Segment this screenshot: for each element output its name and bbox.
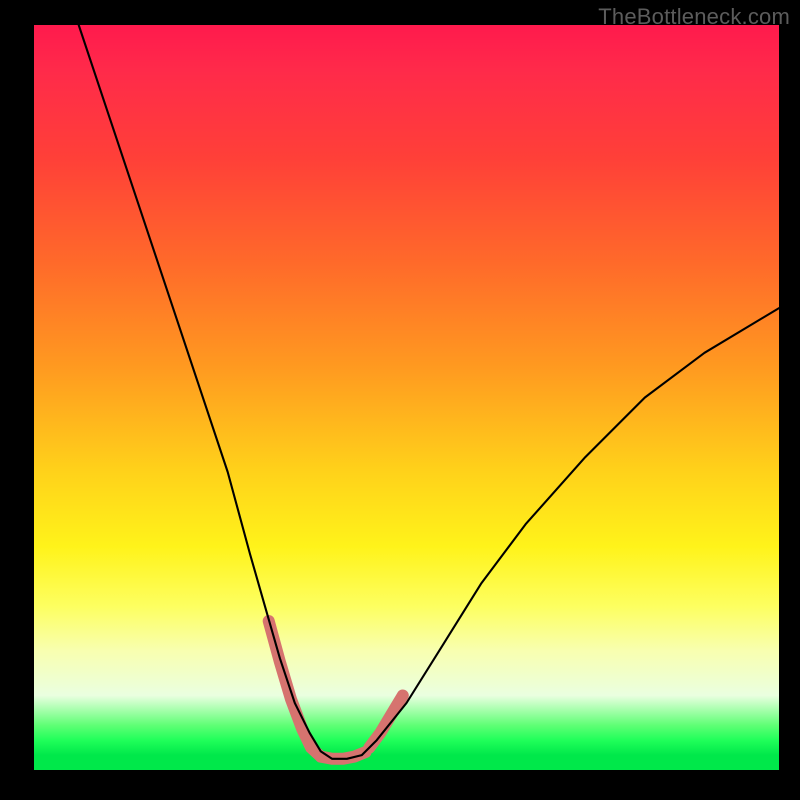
highlight-segment bbox=[269, 621, 321, 757]
plot-area bbox=[34, 25, 779, 770]
curve-layer bbox=[34, 25, 779, 770]
watermark-text: TheBottleneck.com bbox=[598, 4, 790, 30]
chart-frame: TheBottleneck.com bbox=[0, 0, 800, 800]
highlight-segment bbox=[369, 696, 403, 748]
bottleneck-curve bbox=[79, 25, 779, 759]
